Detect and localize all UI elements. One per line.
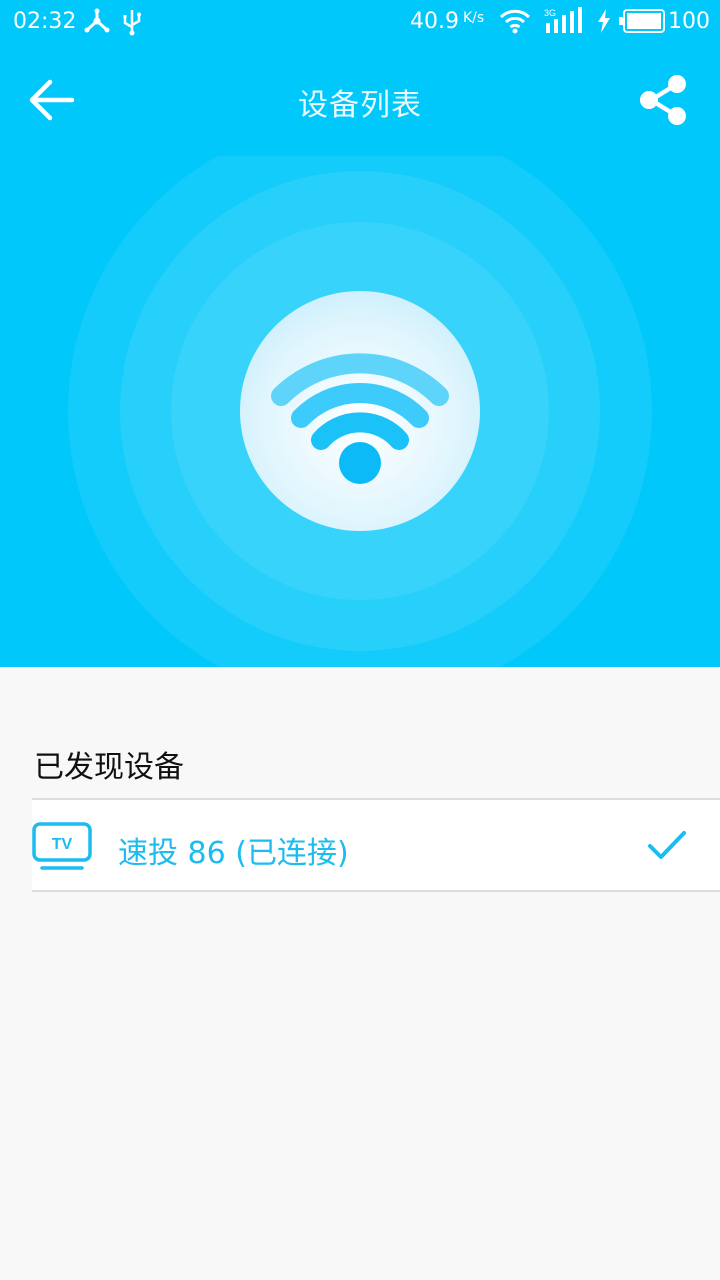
network-type-label: 3G [544,8,556,18]
check-icon [648,831,686,859]
network-speed-unit: K/s [462,10,485,26]
device-name: 速投 86 (已连接) [118,836,349,871]
signal-icon: 3G [544,7,582,41]
share-icon [640,75,686,125]
app-bar: 设备列表 [0,46,720,156]
battery-level: 100 [668,9,710,34]
page-title: 设备列表 [298,88,422,123]
wifi-icon [499,7,531,41]
status-time: 02:32 [13,9,77,34]
status-bar: 02:32 40.9 K/s 3G 100 [0,0,720,46]
tv-icon-label: TV [52,836,73,853]
divider [32,890,720,892]
device-list-item[interactable]: TV 速投 86 (已连接) [32,800,720,890]
radar-scanner [0,156,720,667]
share-button[interactable] [630,70,696,130]
tv-icon: TV [32,822,92,870]
charging-icon [597,9,611,39]
network-speed-value: 40.9 [410,9,459,34]
usb-icon [122,8,142,42]
radar-core [240,291,480,531]
share-nodes-icon [84,8,110,40]
network-speed: 40.9 K/s [410,9,484,34]
battery-icon [619,9,665,39]
hero-banner: 02:32 40.9 K/s 3G 100 设备列表 [0,0,720,667]
device-list: TV 速投 86 (已连接) [32,798,720,892]
section-title-discovered-devices: 已发现设备 [34,750,184,785]
